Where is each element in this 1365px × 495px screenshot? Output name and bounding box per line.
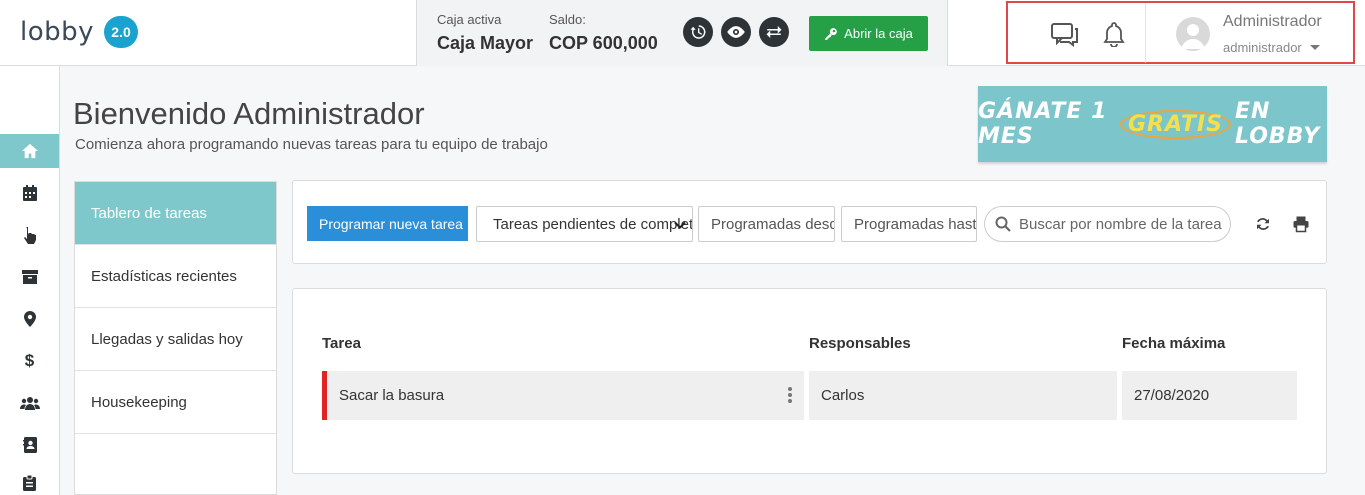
contact-book-icon <box>22 437 37 453</box>
balance-label: Saldo: <box>549 12 586 27</box>
home-icon <box>21 143 38 159</box>
pointer-hand-icon <box>23 227 36 244</box>
table-row-assignees-cell[interactable]: Carlos <box>809 371 1117 420</box>
sidebar: $ <box>0 66 60 495</box>
active-cashbox-label: Caja activa <box>437 12 502 27</box>
task-assignees: Carlos <box>821 387 865 404</box>
print-button[interactable] <box>1292 215 1310 238</box>
scheduled-from-placeholder: Programadas desde <box>711 215 835 233</box>
open-cashbox-button[interactable]: Abrir la caja <box>809 16 928 51</box>
user-area: Administrador administrador <box>1006 1 1355 64</box>
page-subtitle: Comienza ahora programando nuevas tareas… <box>75 136 548 153</box>
print-icon <box>1293 216 1309 233</box>
dashboard-tabs: Tablero de tareas Estadísticas recientes… <box>74 181 277 495</box>
tab-housekeeping[interactable]: Housekeeping <box>75 371 276 434</box>
active-cashbox: Caja activa Caja Mayor <box>437 12 533 54</box>
promo-banner[interactable]: GÁNATE 1 MES GRATIS EN LOBBY <box>978 86 1327 162</box>
sidebar-item-users[interactable] <box>0 386 59 420</box>
scheduled-from-input[interactable]: Programadas desde <box>698 206 835 242</box>
avatar[interactable] <box>1176 17 1210 51</box>
column-header-due-date[interactable]: Fecha máxima <box>1122 335 1225 352</box>
location-pin-icon <box>23 311 36 327</box>
eye-icon <box>727 26 745 38</box>
task-search[interactable] <box>984 206 1231 242</box>
task-filter-value: Tareas pendientes de completar <box>493 215 693 233</box>
balance: Saldo: COP 600,000 <box>549 12 658 54</box>
refresh-icon <box>1257 218 1269 230</box>
history-icon <box>690 25 706 39</box>
column-header-assignees[interactable]: Responsables <box>809 335 911 352</box>
chat-button[interactable] <box>1050 21 1080 52</box>
tab-task-board[interactable]: Tablero de tareas <box>75 182 276 245</box>
task-name: Sacar la basura <box>339 387 445 404</box>
tasks-table: Tarea Responsables Fecha máxima Sacar la… <box>292 288 1327 474</box>
logo-text: lobby <box>20 17 95 47</box>
program-task-button[interactable]: Programar nueva tarea <box>307 206 468 241</box>
refresh-button[interactable] <box>1254 215 1272 238</box>
calendar-icon <box>22 185 37 201</box>
archive-icon <box>21 270 38 284</box>
sidebar-item-location[interactable] <box>0 302 59 336</box>
balance-value: COP 600,000 <box>549 33 658 53</box>
sidebar-item-finance[interactable]: $ <box>0 344 59 378</box>
transfer-icon <box>766 26 782 38</box>
tab-arrivals-departures[interactable]: Llegadas y salidas hoy <box>75 308 276 371</box>
key-icon <box>825 27 838 40</box>
scheduled-to-placeholder: Programadas hasta <box>854 215 977 233</box>
user-name[interactable]: Administrador <box>1223 13 1322 31</box>
chevron-down-icon <box>1309 45 1320 50</box>
view-button[interactable] <box>721 17 751 47</box>
promo-text-start: GÁNATE 1 MES <box>978 99 1108 149</box>
sidebar-item-archive[interactable] <box>0 260 59 294</box>
chat-icon <box>1051 23 1078 47</box>
brand-logo[interactable]: lobby 2.0 <box>20 16 139 48</box>
notifications-button[interactable] <box>1102 21 1126 52</box>
user-role-dropdown[interactable]: administrador <box>1223 40 1320 55</box>
version-badge: 2.0 <box>104 16 139 48</box>
dollar-icon: $ <box>24 351 35 370</box>
users-icon <box>19 397 40 410</box>
column-header-task[interactable]: Tarea <box>322 335 361 352</box>
top-bar: lobby 2.0 Caja activa Caja Mayor Saldo: … <box>0 0 1365 66</box>
sidebar-item-contacts[interactable] <box>0 428 59 462</box>
sidebar-item-pointer[interactable] <box>0 218 59 252</box>
page-title: Bienvenido Administrador <box>73 96 425 131</box>
sidebar-item-tasks[interactable] <box>0 466 59 495</box>
history-button[interactable] <box>683 17 713 47</box>
clipboard-icon <box>23 475 36 491</box>
table-row-task-cell[interactable]: Sacar la basura <box>327 371 804 420</box>
user-divider <box>1145 3 1146 63</box>
user-role: administrador <box>1223 40 1302 55</box>
chevron-down-icon <box>674 221 686 229</box>
row-menu-icon[interactable] <box>788 387 792 403</box>
sidebar-item-calendar[interactable] <box>0 176 59 210</box>
sidebar-item-home[interactable] <box>0 134 59 168</box>
avatar-icon <box>1181 24 1205 49</box>
promo-highlight: GRATIS <box>1119 109 1231 139</box>
transfer-button[interactable] <box>759 17 789 47</box>
scheduled-to-input[interactable]: Programadas hasta <box>841 206 977 242</box>
cashbox-panel: Caja activa Caja Mayor Saldo: COP 600,00… <box>416 0 948 66</box>
bell-icon <box>1103 22 1125 48</box>
task-filter-select[interactable]: Tareas pendientes de completar <box>476 206 693 242</box>
table-row-due-cell[interactable]: 27/08/2020 <box>1122 371 1297 420</box>
active-cashbox-value: Caja Mayor <box>437 33 534 53</box>
promo-text-end: EN LOBBY <box>1234 99 1321 149</box>
search-input[interactable] <box>1019 215 1229 233</box>
open-cashbox-label: Abrir la caja <box>844 26 913 41</box>
search-icon <box>995 216 1011 232</box>
tab-recent-stats[interactable]: Estadísticas recientes <box>75 245 276 308</box>
task-toolbar: Programar nueva tarea Tareas pendientes … <box>292 180 1327 264</box>
task-due-date: 27/08/2020 <box>1134 387 1210 404</box>
